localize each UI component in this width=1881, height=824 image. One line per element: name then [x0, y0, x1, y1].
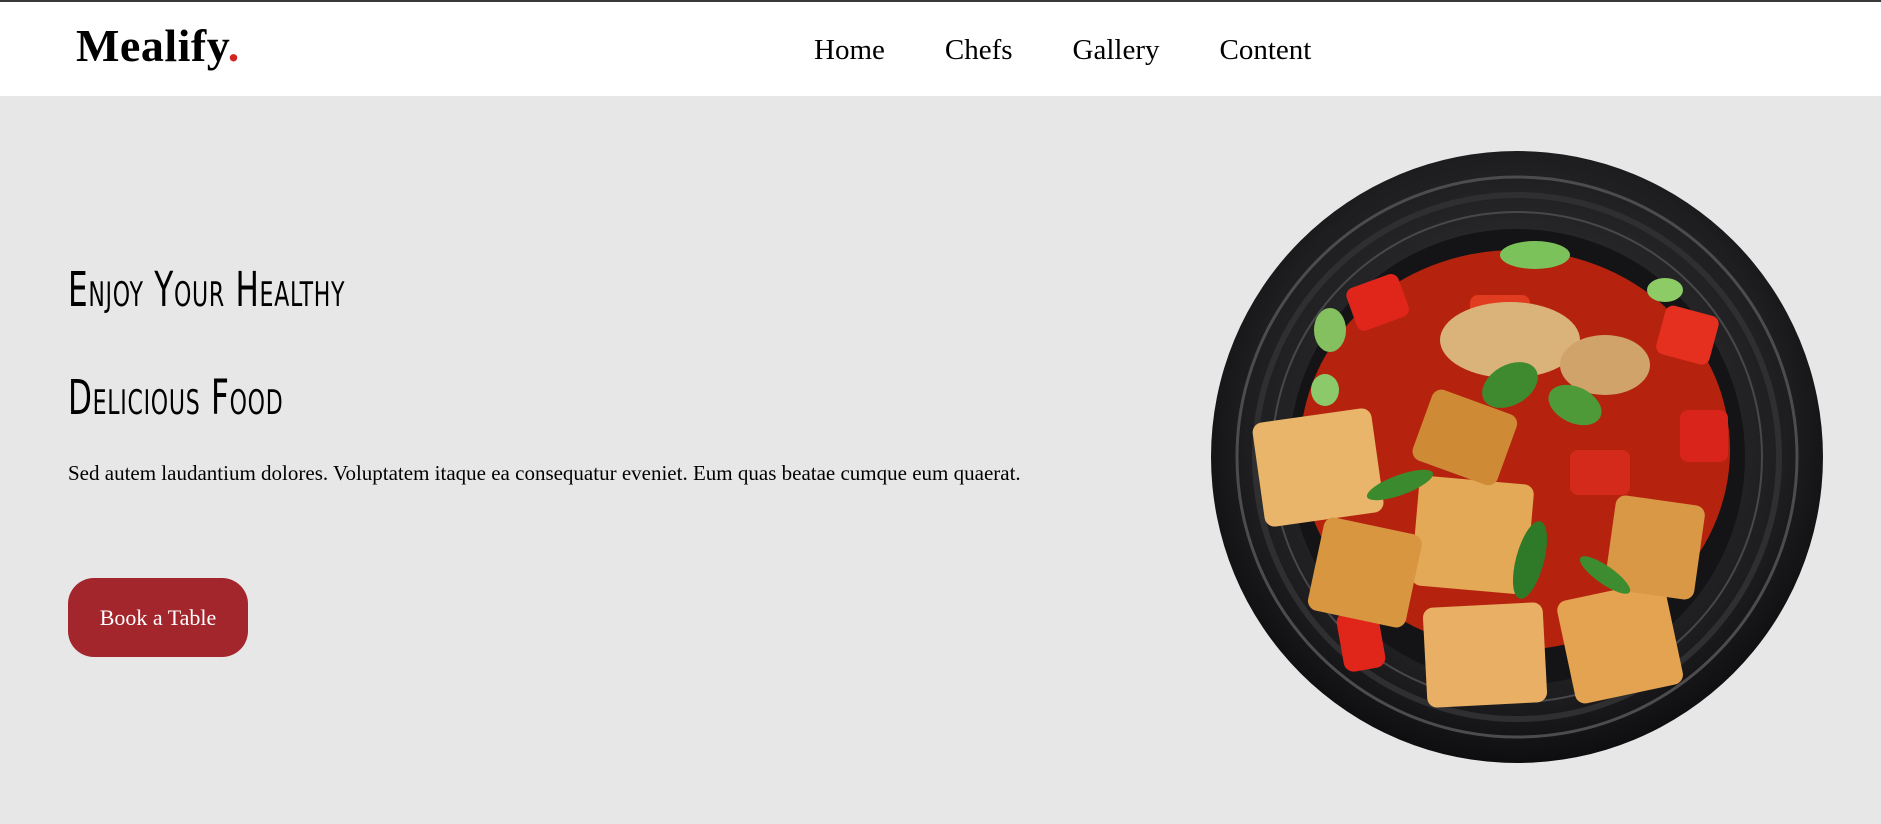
- brand-logo[interactable]: Mealify.: [76, 18, 240, 74]
- main-nav: Home Chefs Gallery Content: [814, 30, 1311, 70]
- brand-dot: .: [227, 20, 240, 71]
- dish-image: [1211, 151, 1823, 763]
- nav-home[interactable]: Home: [814, 30, 885, 70]
- hero-title-line-1: Enjoy Your Healthy: [68, 262, 346, 318]
- nav-content[interactable]: Content: [1220, 30, 1312, 70]
- site-header: Mealify. Home Chefs Gallery Content: [0, 2, 1881, 96]
- hero-title-line-2: Delicious Food: [68, 370, 284, 426]
- hero-description: Sed autem laudantium dolores. Voluptatem…: [68, 461, 1021, 485]
- nav-gallery[interactable]: Gallery: [1073, 30, 1160, 70]
- hero-title: Enjoy Your Healthy Delicious Food: [68, 236, 345, 452]
- book-table-button[interactable]: Book a Table: [68, 578, 248, 657]
- nav-chefs[interactable]: Chefs: [945, 30, 1013, 70]
- brand-name: Mealify: [76, 20, 228, 71]
